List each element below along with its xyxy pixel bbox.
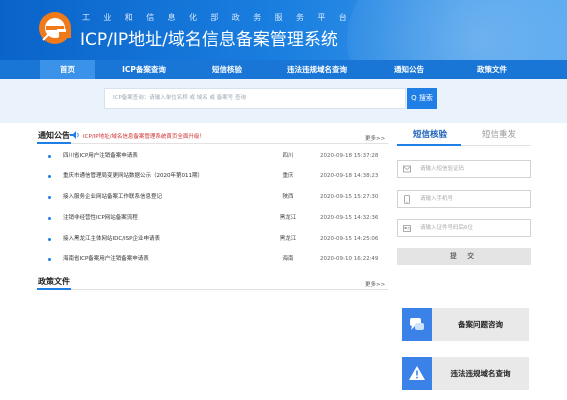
header-subtitle: 工业和信息化部政务服务平台 bbox=[82, 13, 361, 22]
notice-item-title[interactable]: 四川省ICP用户注销备案申请表 bbox=[63, 151, 138, 162]
policy-title: 政策文件 bbox=[38, 277, 70, 286]
policy-more-link[interactable]: 更多>> bbox=[365, 280, 385, 288]
notice-item-province: 陕西 bbox=[282, 194, 294, 200]
search-placeholder: ICP备案查询：请输入单位名称 或 域名 或 备案号 查询 bbox=[113, 95, 247, 101]
notice-title: 通知公告 bbox=[38, 131, 70, 140]
notice-item-province: 海南 bbox=[282, 256, 294, 262]
nav-item-icp-query[interactable]: ICP备案查询 bbox=[106, 60, 182, 79]
notice-underline bbox=[37, 142, 71, 144]
notice-item-title[interactable]: 接入服务企业网站备案工作联系信息登记 bbox=[63, 192, 162, 203]
notice-item-province: 黑龙江 bbox=[279, 236, 297, 242]
nav-item-notice[interactable]: 通知公告 bbox=[382, 60, 436, 79]
message-icon bbox=[403, 165, 411, 173]
notice-item-date: 2020-09-18 14:38:23 bbox=[320, 173, 379, 179]
notice-row[interactable]: 四川省ICP用户注销备案申请表 四川 2020-09-18 15:37:28 bbox=[45, 151, 385, 162]
search-input[interactable]: ICP备案查询：请输入单位名称 或 域名 或 备案号 查询 bbox=[104, 88, 406, 109]
notice-row[interactable]: 重庆市通信管理局变更网站数据公示（2020年第011期） 重庆 2020-09-… bbox=[45, 171, 385, 182]
nav-item-home[interactable]: 首页 bbox=[40, 60, 95, 79]
notice-divider bbox=[37, 143, 388, 144]
bullet-icon bbox=[48, 155, 51, 158]
nav-item-illegal-domain[interactable]: 违法违规域名查询 bbox=[272, 60, 362, 79]
notice-item-date: 2020-09-18 15:37:28 bbox=[320, 153, 379, 159]
main-nav: 首页 ICP备案查询 短信核验 违法违规域名查询 通知公告 政策文件 bbox=[0, 60, 567, 79]
search-band: ICP备案查询：请输入单位名称 或 域名 或 备案号 查询 Q 搜索 bbox=[0, 79, 567, 123]
notice-more-link[interactable]: 更多>> bbox=[365, 134, 385, 142]
id-number-placeholder: 请输入证件号码后6位 bbox=[420, 225, 473, 231]
header-glow bbox=[347, 0, 567, 60]
site-title: ICP/IP地址/域名信息备案管理系统 bbox=[80, 30, 338, 50]
sms-code-field[interactable]: 请输入短信验证码 bbox=[397, 160, 531, 178]
notice-item-title[interactable]: 注销非经营性ICP网站备案流程 bbox=[63, 213, 138, 224]
id-number-field[interactable]: 请输入证件号码后6位 bbox=[397, 219, 531, 237]
id-card-icon bbox=[403, 225, 411, 232]
bullet-icon bbox=[48, 217, 51, 220]
chat-icon bbox=[410, 318, 424, 330]
nav-item-sms-verify[interactable]: 短信核验 bbox=[196, 60, 258, 79]
tab-sms-verify[interactable]: 短信核验 bbox=[413, 128, 447, 144]
search-button[interactable]: Q 搜索 bbox=[407, 88, 437, 109]
tab-active-underline bbox=[397, 144, 461, 146]
notice-item-title[interactable]: 重庆市通信管理局变更网站数据公示（2020年第011期） bbox=[63, 171, 203, 182]
search-button-label: Q 搜索 bbox=[411, 94, 433, 102]
notice-item-province: 四川 bbox=[282, 153, 294, 159]
site-header: 工业和信息化部政务服务平台 ICP/IP地址/域名信息备案管理系统 bbox=[0, 0, 567, 60]
notice-row[interactable]: 海南省ICP备案用户注销备案申请表 海南 2020-09-10 16:22:49 bbox=[45, 254, 385, 265]
nav-item-policy[interactable]: 政策文件 bbox=[465, 60, 519, 79]
site-logo-icon[interactable] bbox=[37, 10, 73, 46]
speaker-icon bbox=[70, 131, 79, 139]
notice-item-province: 黑龙江 bbox=[279, 215, 297, 221]
phone-icon bbox=[404, 195, 410, 204]
phone-placeholder: 请输入手机号 bbox=[420, 196, 454, 202]
notice-row[interactable]: 接入服务企业网站备案工作联系信息登记 陕西 2020-09-15 15:27:3… bbox=[45, 192, 385, 203]
bullet-icon bbox=[48, 196, 51, 199]
warning-icon bbox=[409, 366, 425, 380]
notice-item-title[interactable]: 海南省ICP备案用户注销备案申请表 bbox=[63, 254, 149, 265]
warning-icon-box bbox=[402, 357, 432, 390]
notice-item-date: 2020-09-15 15:27:30 bbox=[320, 194, 379, 200]
page: 工业和信息化部政务服务平台 ICP/IP地址/域名信息备案管理系统 首页 ICP… bbox=[0, 0, 567, 400]
sms-code-placeholder: 请输入短信验证码 bbox=[420, 166, 465, 172]
tab-sms-resend[interactable]: 短信重发 bbox=[482, 128, 516, 144]
notice-row[interactable]: 注销非经营性ICP网站备案流程 黑龙江 2020-09-15 14:32:36 bbox=[45, 213, 385, 224]
illegal-domain-card-label: 违法违规域名查询 bbox=[450, 369, 511, 378]
notice-item-date: 2020-09-10 16:22:49 bbox=[320, 256, 379, 262]
notice-marquee[interactable]: ICP/IP地址/域名信息备案管理系统首页全面升级！ bbox=[83, 132, 205, 140]
notice-row[interactable]: 接入黑龙江主体网站IDC/ISP企业申请表 黑龙江 2020-09-15 14:… bbox=[45, 234, 385, 245]
notice-item-date: 2020-09-15 14:32:36 bbox=[320, 215, 379, 221]
notice-item-title[interactable]: 接入黑龙江主体网站IDC/ISP企业申请表 bbox=[63, 234, 160, 245]
notice-item-date: 2020-09-15 14:25:06 bbox=[320, 236, 379, 242]
consult-icon-box bbox=[402, 308, 432, 341]
submit-button[interactable]: 提 交 bbox=[397, 248, 531, 265]
illegal-domain-card[interactable]: 违法违规域名查询 bbox=[402, 357, 529, 390]
notice-item-province: 重庆 bbox=[282, 173, 294, 179]
phone-field[interactable]: 请输入手机号 bbox=[397, 190, 531, 208]
consult-card-label: 备案问题咨询 bbox=[458, 320, 503, 329]
bullet-icon bbox=[48, 238, 51, 241]
policy-divider bbox=[37, 289, 388, 290]
bullet-icon bbox=[48, 175, 51, 178]
bullet-icon bbox=[48, 258, 51, 261]
consult-card[interactable]: 备案问题咨询 bbox=[402, 308, 529, 341]
policy-underline bbox=[37, 288, 71, 290]
